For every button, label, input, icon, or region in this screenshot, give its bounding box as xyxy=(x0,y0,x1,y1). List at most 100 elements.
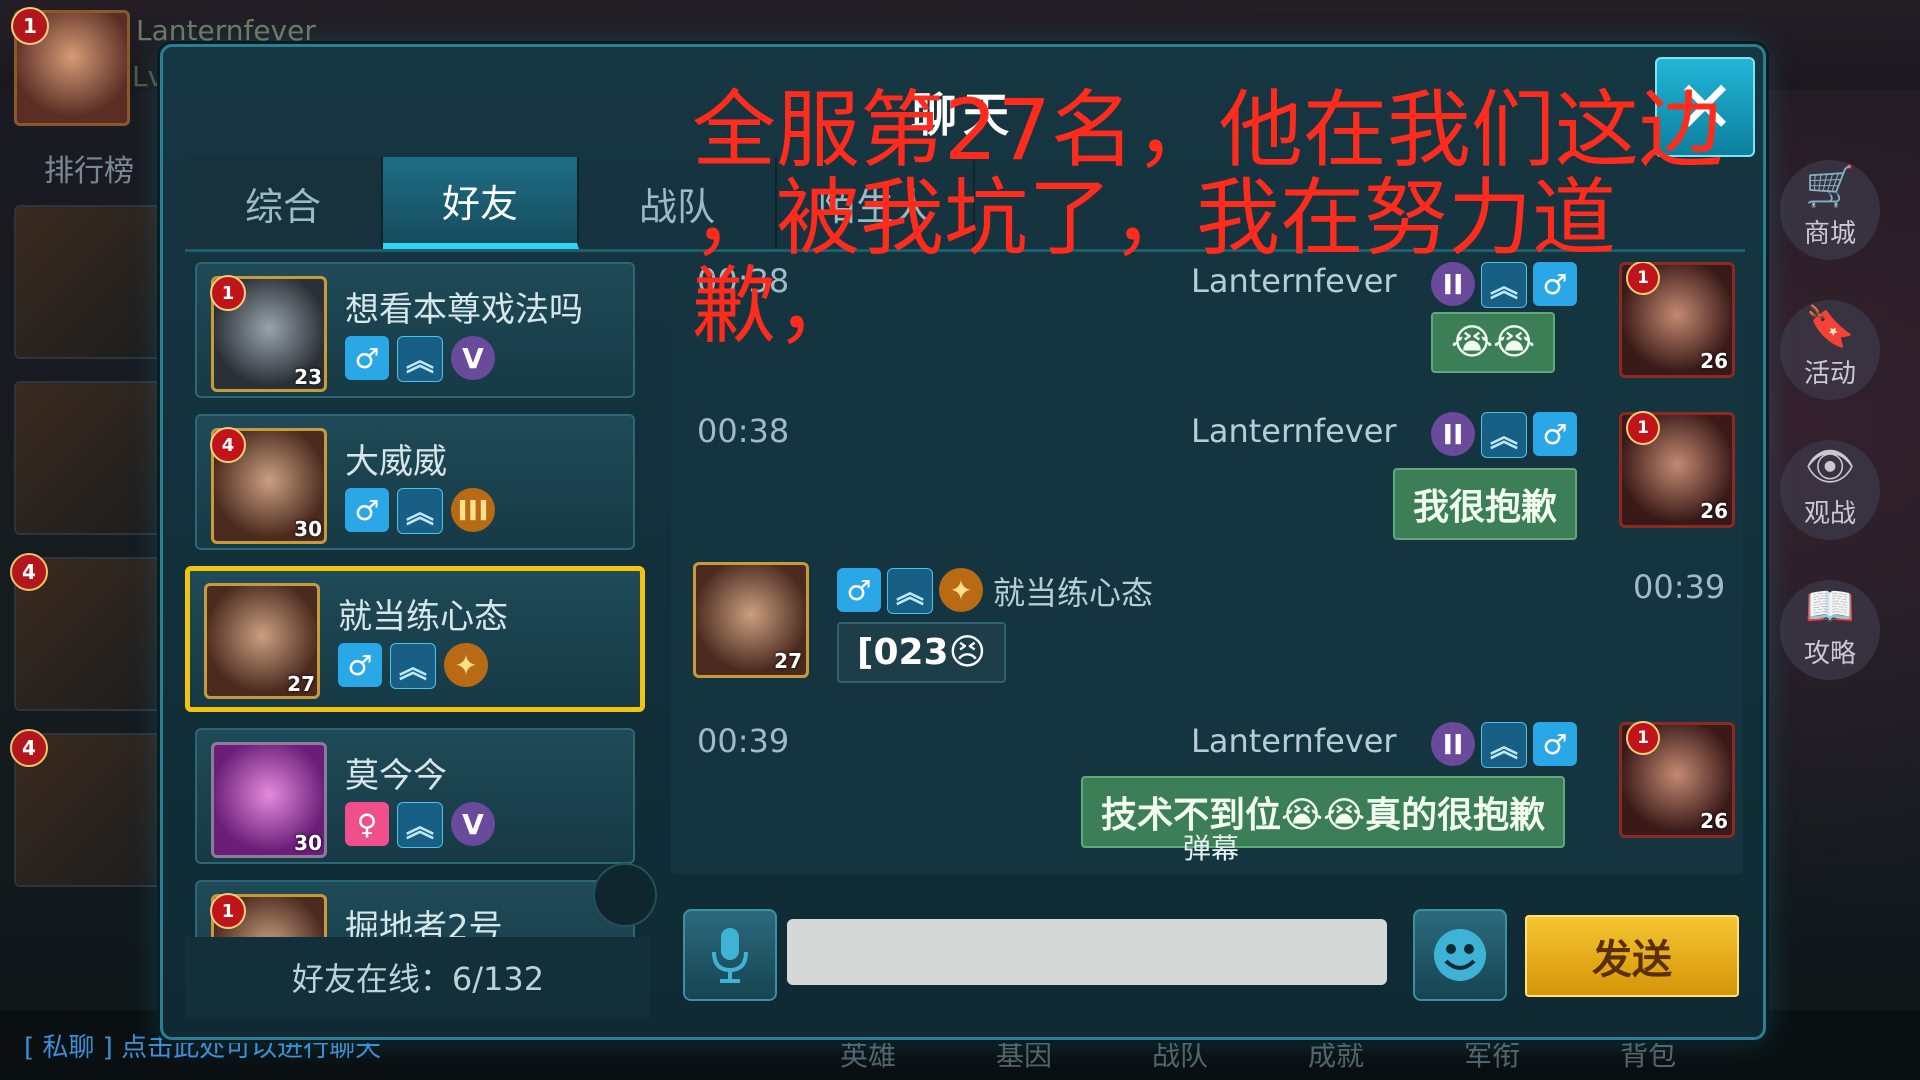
send-button[interactable]: 发送 xyxy=(1525,915,1739,997)
vip-icon: III xyxy=(451,488,495,532)
sender-avatar[interactable]: 1 26 xyxy=(1619,262,1735,378)
nav-bag[interactable]: 背包 xyxy=(1620,1034,1676,1074)
friend-icons: ♂ ︽ V xyxy=(345,336,495,382)
sender-icons: II ︽ ♂ xyxy=(1431,262,1577,308)
nav-heroes[interactable]: 英雄 xyxy=(840,1034,896,1074)
sender-avatar[interactable]: 1 26 xyxy=(1619,721,1735,838)
player-badge: 1 xyxy=(11,7,49,45)
message-sender: Lanternfever xyxy=(1191,262,1397,300)
nav-achievements[interactable]: 成就 xyxy=(1308,1034,1364,1074)
friends-online-count: 好友在线：6/132 xyxy=(185,937,651,1017)
rank-icon: ︽ xyxy=(390,643,436,689)
leaderboard-card[interactable]: 4 xyxy=(10,729,168,887)
leaderboard-card[interactable] xyxy=(14,205,168,359)
message-sender: Lanternfever xyxy=(1191,722,1397,760)
male-icon: ♂ xyxy=(1533,722,1577,766)
voice-button[interactable] xyxy=(683,909,777,1001)
sender-icons: II ︽ ♂ xyxy=(1431,722,1577,768)
menu-events[interactable]: 🔖 活动 xyxy=(1780,300,1880,400)
close-icon: ✕ xyxy=(1674,65,1736,149)
friend-item[interactable]: 1 掘地者2号 xyxy=(195,880,635,942)
avatar-badge: 1 xyxy=(1626,262,1660,295)
tab-friends[interactable]: 好友 xyxy=(383,157,579,249)
cart-icon: 🛒 xyxy=(1805,164,1855,210)
rank-icon: ︽ xyxy=(397,802,443,848)
friend-badge: 1 xyxy=(210,275,246,311)
message-sender: Lanternfever xyxy=(1191,412,1397,450)
chat-tabs: 综合 好友 战队 陌生人 xyxy=(185,157,1745,252)
female-icon: ♀ xyxy=(345,802,389,846)
rank-icon: ︽ xyxy=(397,488,443,534)
friend-name: 掘地者2号 xyxy=(345,908,503,942)
friend-item[interactable]: 30 莫今今 ♀ ︽ V xyxy=(195,728,635,864)
friend-avatar: 1 xyxy=(210,893,327,942)
avatar-badge: 1 xyxy=(1626,721,1660,755)
sender-icons: ♂ ︽ ✦ xyxy=(837,568,983,614)
menu-shop[interactable]: 🛒 商城 xyxy=(1780,160,1880,260)
menu-label: 观战 xyxy=(1803,499,1856,529)
vip-icon: V xyxy=(451,336,495,380)
leaderboard-card[interactable]: 4 xyxy=(10,553,168,711)
menu-label: 商城 xyxy=(1803,219,1856,249)
rank-icon: ︽ xyxy=(1481,722,1527,768)
friend-level: 30 xyxy=(294,517,322,541)
nav-rank[interactable]: 军衔 xyxy=(1464,1034,1520,1074)
vip-icon: II xyxy=(1431,262,1475,306)
close-button[interactable]: ✕ xyxy=(1655,57,1755,157)
nav-genes[interactable]: 基因 xyxy=(996,1034,1052,1074)
avatar-level: 27 xyxy=(774,649,802,673)
menu-label: 活动 xyxy=(1803,359,1856,389)
chat-input[interactable] xyxy=(787,919,1387,985)
leaderboard-card[interactable] xyxy=(14,381,168,535)
barrage-label[interactable]: 弹幕 xyxy=(1183,827,1323,867)
emoji-icon xyxy=(1434,929,1486,981)
emoji-button[interactable] xyxy=(1413,909,1507,1001)
friend-avatar: 4 30 xyxy=(210,427,327,544)
male-icon: ♂ xyxy=(837,568,881,612)
friend-avatar: 30 xyxy=(211,742,327,858)
message-bubble: 😭😭 xyxy=(1431,312,1556,373)
player-avatar[interactable]: 1 xyxy=(11,7,130,126)
message-time: 00:38 xyxy=(697,262,790,300)
chat-dialog: 聊天 ✕ 综合 好友 战队 陌生人 1 23 想看本尊戏法吗 ♂ ︽ V 4 3… xyxy=(160,44,1766,1040)
friend-icons: ♂ ︽ ✦ xyxy=(338,643,488,689)
message-bubble: 技术不到位😭😭真的很抱歉 xyxy=(1081,776,1566,848)
rank-icon: ︽ xyxy=(887,568,933,614)
barrage-toggle[interactable] xyxy=(593,863,657,927)
male-icon: ♂ xyxy=(345,336,389,380)
sender-icons: II ︽ ♂ xyxy=(1431,412,1577,458)
male-icon: ♂ xyxy=(1533,262,1577,306)
microphone-icon xyxy=(712,928,748,983)
menu-guide[interactable]: 📖 攻略 xyxy=(1780,580,1880,680)
bottom-nav: 英雄 基因 战队 成就 军衔 背包 xyxy=(840,1034,1676,1074)
card-badge: 4 xyxy=(10,729,48,767)
vip-icon: II xyxy=(1431,722,1475,766)
friend-name: 就当练心态 xyxy=(338,597,508,637)
friend-name: 莫今今 xyxy=(345,756,447,796)
crest-icon: ✦ xyxy=(939,568,983,612)
menu-spectate[interactable]: 👁 观战 xyxy=(1780,440,1880,540)
friend-level: 27 xyxy=(287,672,315,696)
friend-icons: ♀ ︽ V xyxy=(345,802,495,848)
rank-icon: ︽ xyxy=(1481,262,1527,308)
tab-team[interactable]: 战队 xyxy=(579,157,777,249)
crest-icon: ✦ xyxy=(444,643,488,687)
friend-level: 30 xyxy=(294,831,322,855)
rank-icon: ︽ xyxy=(397,336,443,382)
friend-name: 想看本尊戏法吗 xyxy=(345,290,583,330)
avatar-level: 26 xyxy=(1700,809,1728,833)
nav-team[interactable]: 战队 xyxy=(1152,1034,1208,1074)
message-sender: 就当练心态 xyxy=(993,574,1154,612)
tab-strangers[interactable]: 陌生人 xyxy=(777,157,975,249)
friend-item[interactable]: 4 30 大威威 ♂ ︽ III xyxy=(195,414,635,550)
vip-icon: V xyxy=(451,802,495,846)
friend-item[interactable]: 1 23 想看本尊戏法吗 ♂ ︽ V xyxy=(195,262,635,398)
leaderboard-label[interactable]: 排行榜 xyxy=(44,146,134,190)
tab-general[interactable]: 综合 xyxy=(185,157,383,249)
dialog-title: 聊天 xyxy=(911,88,1015,142)
male-icon: ♂ xyxy=(1533,412,1577,456)
sender-avatar[interactable]: 1 26 xyxy=(1619,411,1735,528)
friend-list: 1 23 想看本尊戏法吗 ♂ ︽ V 4 30 大威威 ♂ ︽ III 27 就… xyxy=(185,262,651,942)
sender-avatar[interactable]: 27 xyxy=(693,562,809,678)
friend-item-selected[interactable]: 27 就当练心态 ♂ ︽ ✦ xyxy=(185,566,645,712)
